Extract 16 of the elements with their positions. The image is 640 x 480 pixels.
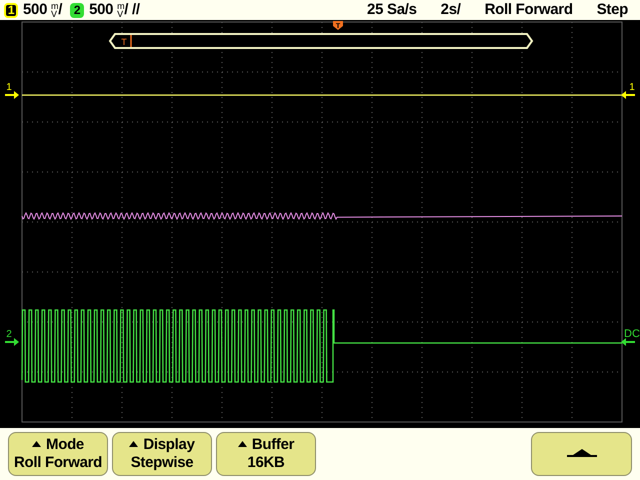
channel-badge: 2 [70,2,84,18]
trigger-position-line [130,35,132,47]
acquisition-mode: Roll Forward [484,0,573,20]
timebase: 2s/ [440,0,461,20]
run-state: Step [596,0,628,20]
triangle-icon [32,441,42,447]
softkey-button[interactable]: Buffer 16KB [216,432,316,476]
sample-rate: 25 Sa/s [367,0,417,20]
softkey-button[interactable]: Mode Roll Forward [8,432,108,476]
up-arrow-icon [566,449,596,459]
softkey-button[interactable]: Display Stepwise [112,432,212,476]
channel-badge: 1 [4,2,18,18]
back-button[interactable] [531,432,632,476]
triangle-icon [129,441,138,447]
triangle-icon [238,441,247,447]
trigger-position-label: T [121,37,127,47]
